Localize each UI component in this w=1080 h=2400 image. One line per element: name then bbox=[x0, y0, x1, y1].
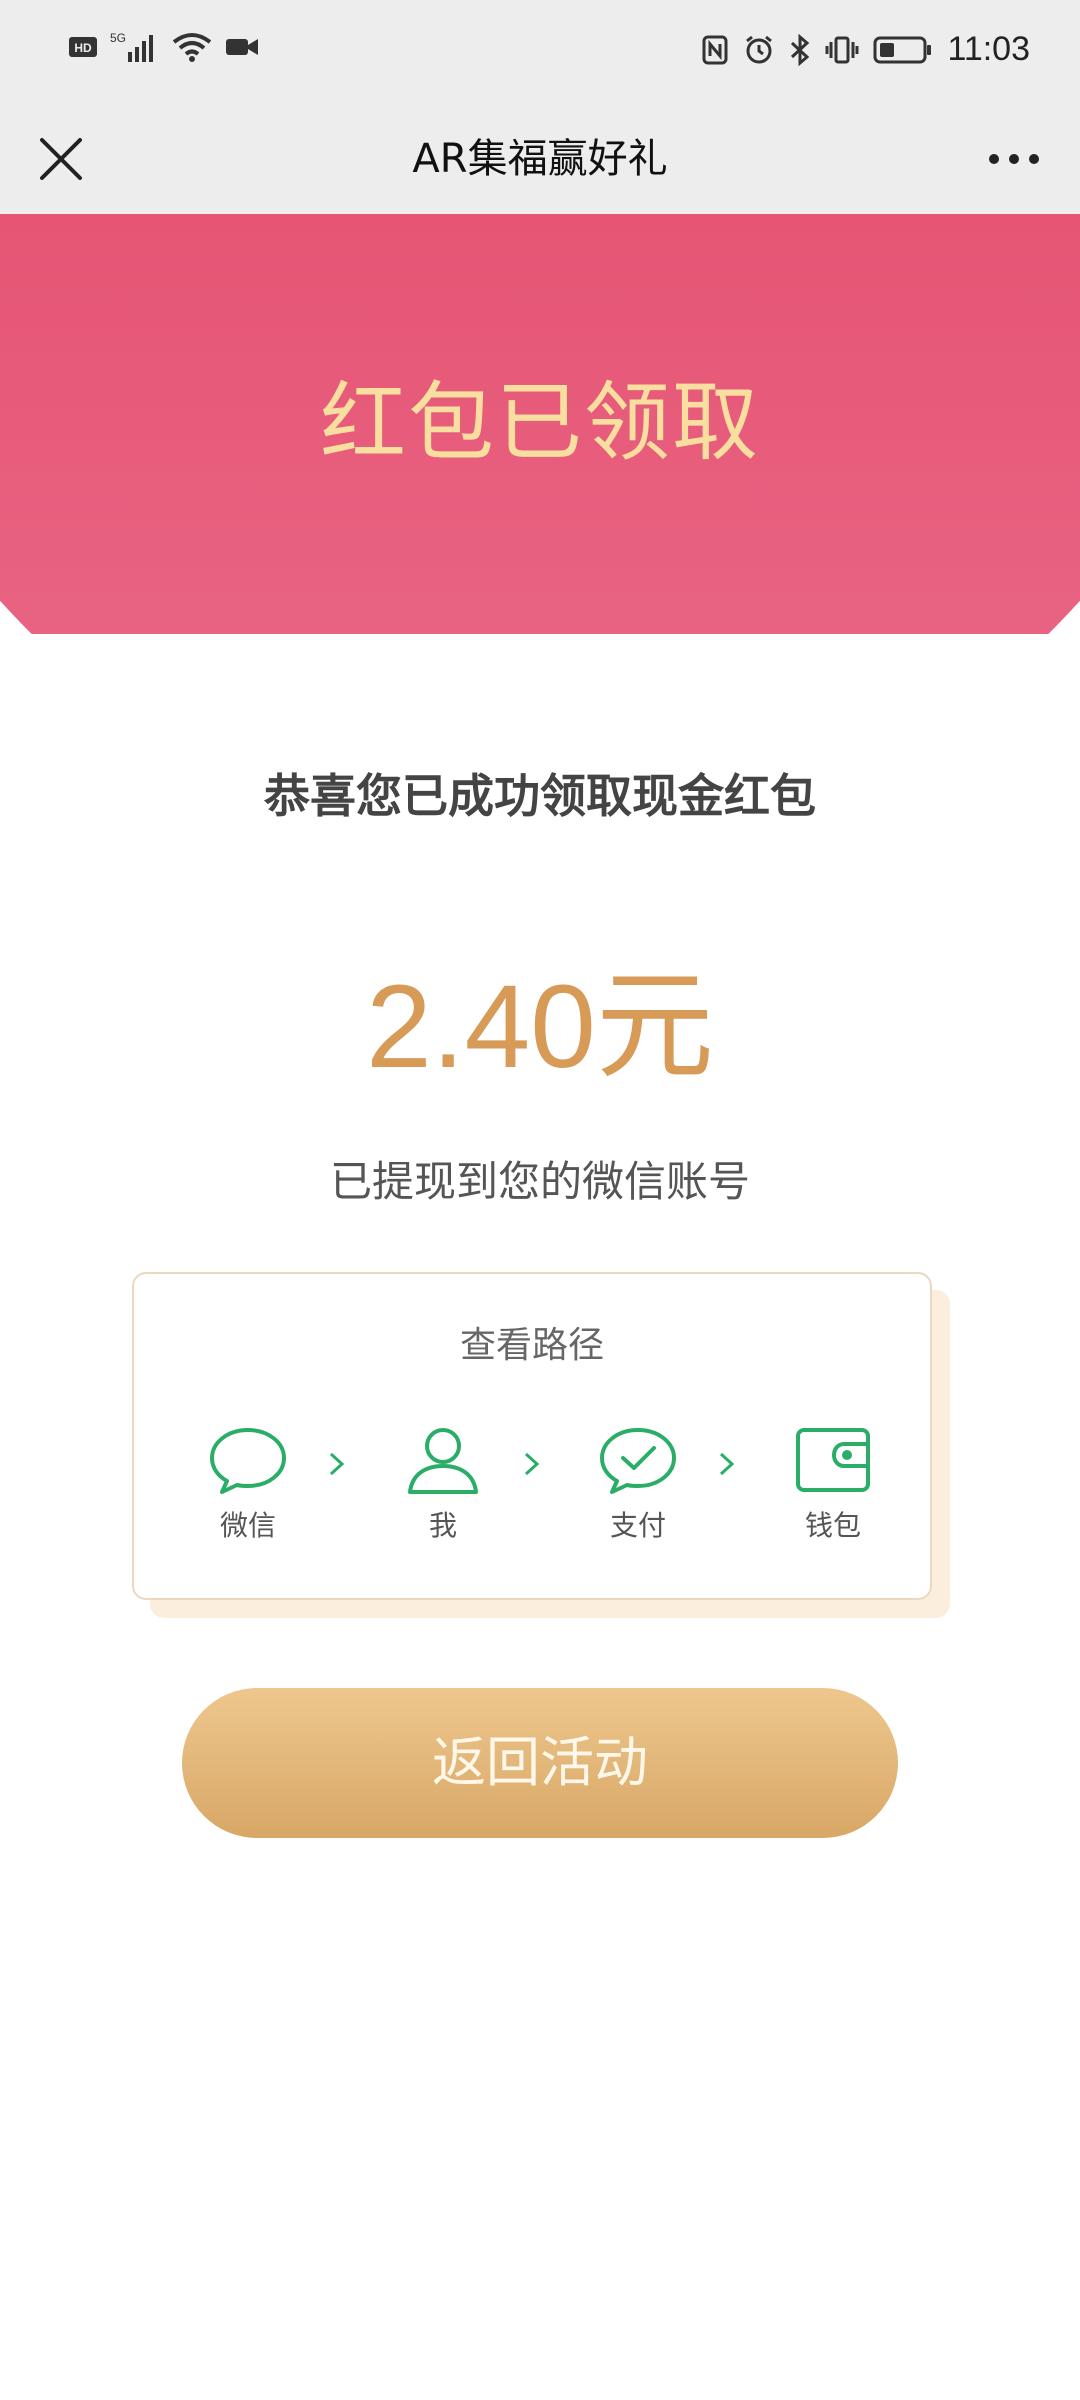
chevron-right-icon bbox=[329, 1452, 345, 1476]
status-bar: HD 5G 11:03 bbox=[0, 0, 1080, 104]
chevron-right-icon bbox=[524, 1452, 540, 1476]
bluetooth-icon bbox=[791, 33, 810, 66]
alarm-icon bbox=[746, 35, 773, 63]
more-icon[interactable] bbox=[978, 126, 1050, 192]
pay-check-icon bbox=[600, 1428, 676, 1494]
congrats-text: 恭喜您已成功领取现金红包 bbox=[264, 769, 816, 823]
nav-bar: AR集福赢好礼 bbox=[0, 104, 1080, 214]
status-time: 11:03 bbox=[947, 30, 1030, 68]
path-step-wallet: 钱包 bbox=[778, 1424, 888, 1544]
path-card: 查看路径 微信 我 支付 钱包 bbox=[132, 1272, 932, 1600]
person-icon bbox=[408, 1428, 478, 1494]
wifi-icon bbox=[172, 33, 212, 62]
status-right-icons: 11:03 bbox=[701, 30, 1030, 69]
status-left-icons: HD 5G bbox=[68, 30, 260, 64]
svg-text:5G: 5G bbox=[110, 31, 126, 45]
chevron-right-icon bbox=[719, 1452, 735, 1476]
path-step-label: 支付 bbox=[609, 1509, 666, 1542]
path-step-label: 微信 bbox=[219, 1509, 276, 1542]
path-step-pay: 支付 bbox=[583, 1424, 693, 1544]
video-icon bbox=[226, 39, 258, 55]
chat-bubble-icon bbox=[210, 1428, 286, 1494]
nfc-icon bbox=[702, 35, 728, 64]
hero-banner: 红包已领取 bbox=[0, 214, 1080, 634]
vibrate-icon bbox=[825, 36, 859, 63]
amount-value: 2.40元 bbox=[366, 961, 714, 1093]
path-card-title: 查看路径 bbox=[459, 1325, 604, 1366]
return-to-activity-button[interactable]: 返回活动 bbox=[182, 1688, 898, 1838]
page-title: AR集福赢好礼 bbox=[412, 136, 668, 182]
5g-signal-icon: 5G bbox=[110, 31, 153, 62]
path-step-wechat: 微信 bbox=[193, 1424, 303, 1544]
hero-title: 红包已领取 bbox=[320, 373, 760, 473]
path-step-label: 钱包 bbox=[804, 1509, 861, 1542]
wallet-icon bbox=[796, 1428, 870, 1492]
battery-icon bbox=[873, 36, 932, 63]
svg-text:HD: HD bbox=[74, 41, 92, 55]
path-step-me: 我 bbox=[388, 1424, 498, 1544]
withdraw-note: 已提现到您的微信账号 bbox=[329, 1157, 750, 1206]
hd-icon: HD bbox=[69, 37, 97, 57]
path-step-label: 我 bbox=[428, 1509, 457, 1542]
